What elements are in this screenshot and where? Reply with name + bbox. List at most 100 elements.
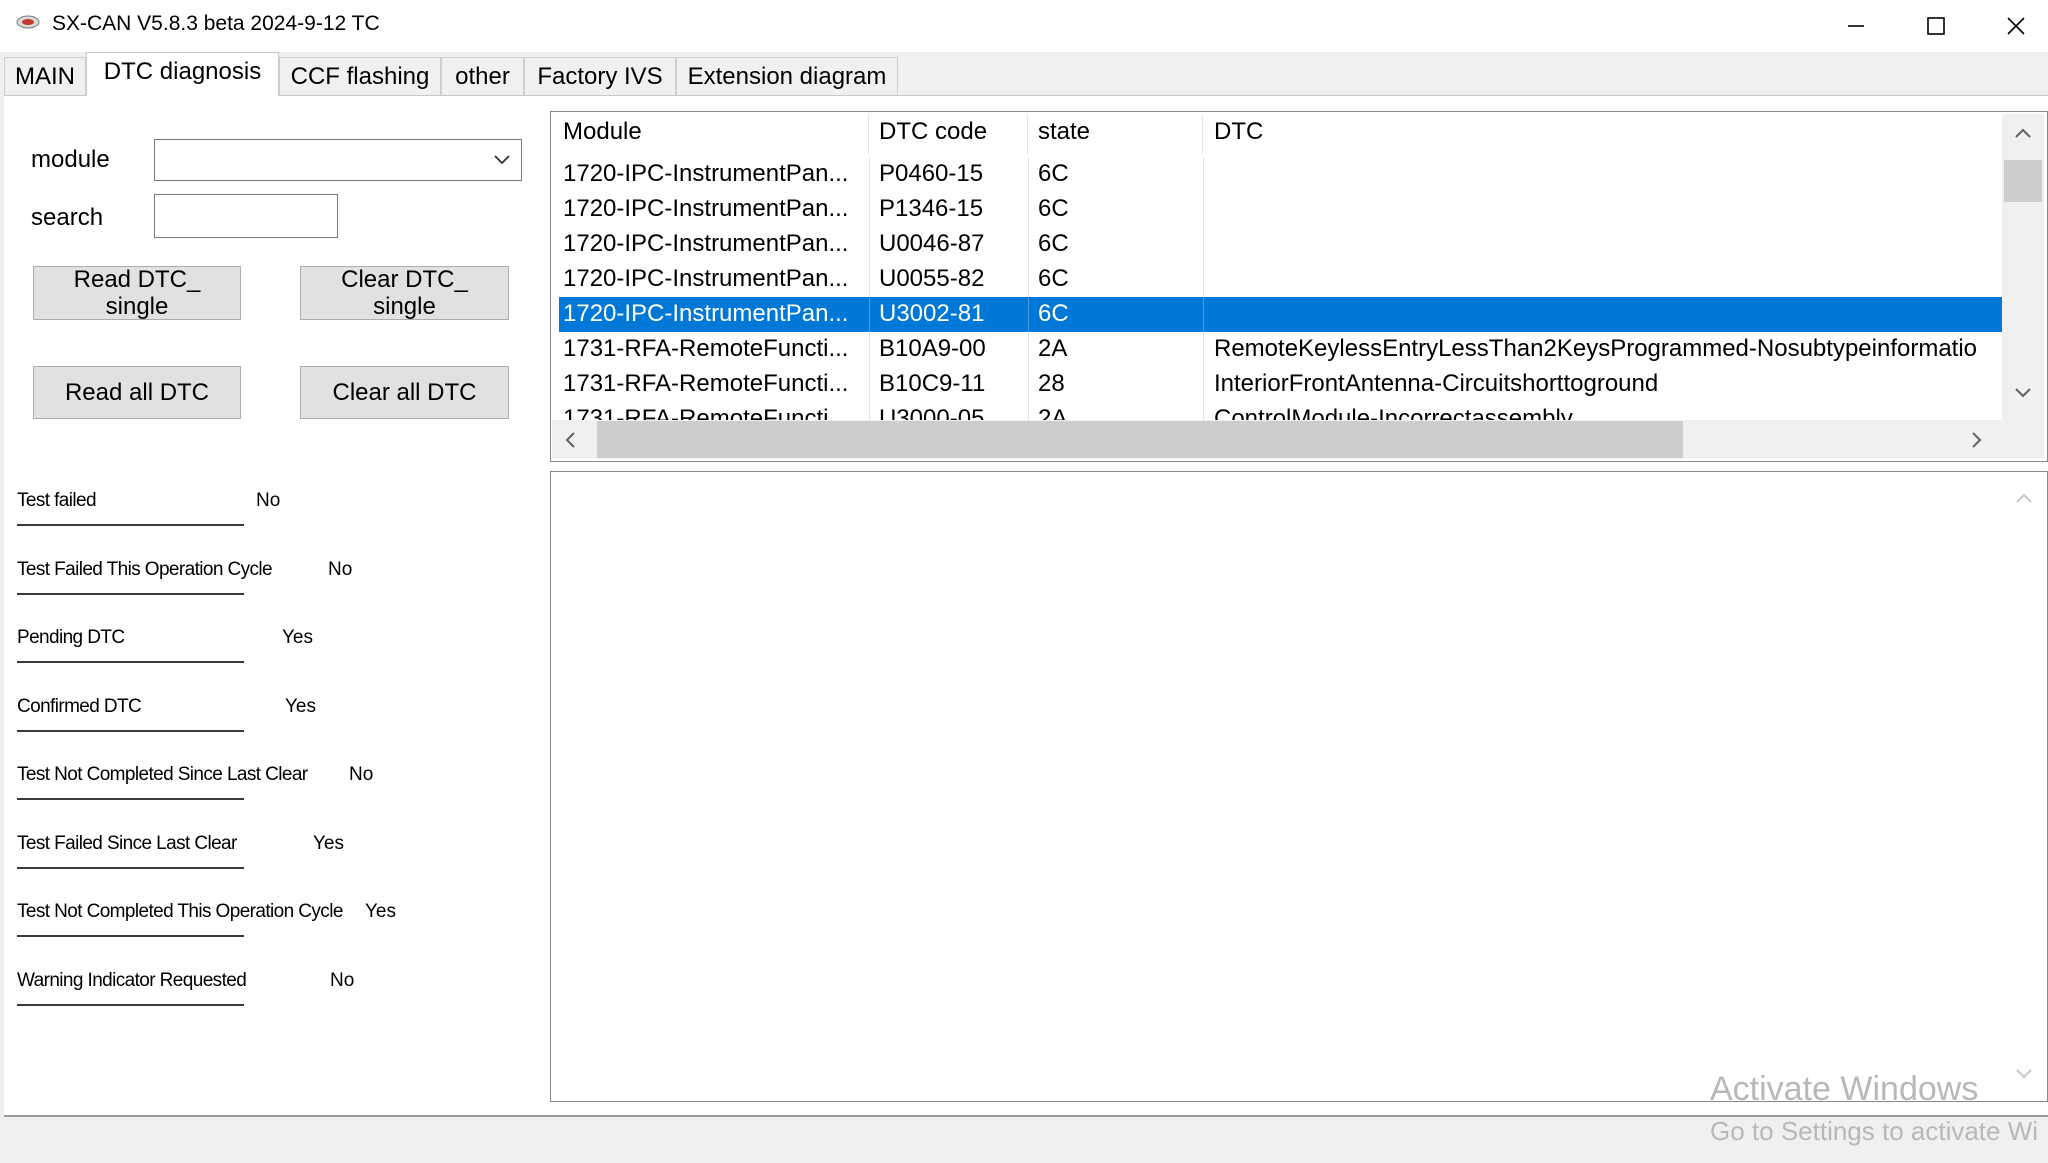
cell-state: 6C: [1038, 195, 1069, 222]
table-row[interactable]: 1731-RFA-RemoteFuncti... B10C9-11 28 Int…: [559, 367, 2002, 402]
cell-separator: [1028, 262, 1029, 297]
cell-module: 1720-IPC-InstrumentPan...: [563, 265, 849, 292]
cell-dtc-code: P0460-15: [879, 160, 984, 187]
read-all-dtc-button[interactable]: Read all DTC: [33, 366, 241, 419]
close-button[interactable]: [1976, 0, 2048, 52]
dtc-detail-textbox[interactable]: [550, 471, 2048, 1102]
module-label: module: [31, 146, 110, 173]
table-row[interactable]: 1731-RFA-RemoteFuncti... U3000-05 2A Con…: [559, 402, 2002, 420]
cell-separator: [1203, 192, 1204, 227]
scrollbar-corner: [2002, 420, 2044, 459]
table-row-selected[interactable]: 1720-IPC-InstrumentPan... U3002-81 6C: [559, 297, 2002, 332]
detail-vertical-scrollbar[interactable]: [2004, 473, 2044, 1100]
scroll-down-icon[interactable]: [2014, 386, 2032, 400]
table-row[interactable]: 1720-IPC-InstrumentPan... U0055-82 6C: [559, 262, 2002, 297]
cell-state: 28: [1038, 370, 1065, 397]
cell-separator: [1028, 367, 1029, 402]
module-dropdown[interactable]: [154, 139, 522, 181]
cell-module: 1720-IPC-InstrumentPan...: [563, 160, 849, 187]
column-separator[interactable]: [1027, 114, 1028, 154]
scroll-left-icon[interactable]: [563, 431, 577, 449]
cell-dtc: ControlModule-Incorrectassembly: [1214, 405, 1573, 420]
cell-state: 6C: [1038, 160, 1069, 187]
cell-dtc-code: B10C9-11: [879, 370, 986, 397]
status-value-test-not-completed-this-cycle: Yes: [365, 901, 396, 922]
status-label-pending-dtc: Pending DTC: [17, 627, 125, 648]
status-underline: [17, 1004, 244, 1006]
clear-dtc-single-button[interactable]: Clear DTC_ single: [300, 266, 509, 320]
table-row[interactable]: 1720-IPC-InstrumentPan... P0460-15 6C: [559, 157, 2002, 192]
cell-separator: [1203, 227, 1204, 262]
column-separator[interactable]: [1202, 114, 1203, 154]
cell-separator: [869, 192, 870, 227]
maximize-button[interactable]: [1896, 0, 1976, 52]
scroll-up-icon[interactable]: [2014, 126, 2032, 140]
cell-separator: [869, 157, 870, 192]
column-separator[interactable]: [868, 114, 869, 154]
cell-module: 1731-RFA-RemoteFuncti...: [563, 405, 849, 420]
cell-module: 1731-RFA-RemoteFuncti...: [563, 335, 849, 362]
status-label-test-not-completed-since-clear: Test Not Completed Since Last Clear: [17, 764, 308, 785]
activation-watermark-subtitle: Go to Settings to activate Wi: [1710, 1116, 2039, 1146]
status-value-test-not-completed-since-clear: No: [349, 764, 374, 785]
clear-all-dtc-button[interactable]: Clear all DTC: [300, 366, 509, 419]
cell-module: 1720-IPC-InstrumentPan...: [563, 195, 849, 222]
cell-separator: [869, 262, 870, 297]
search-input[interactable]: [154, 194, 338, 238]
cell-dtc-code: U3002-81: [879, 300, 985, 327]
tab-factory-ivs[interactable]: Factory IVS: [524, 57, 676, 95]
cell-dtc-code: U0055-82: [879, 265, 985, 292]
tab-other[interactable]: other: [441, 57, 524, 95]
activation-watermark-title: Activate Windows: [1710, 1070, 1979, 1108]
cell-dtc-code: P1346-15: [879, 195, 984, 222]
read-dtc-single-label-2: single: [105, 293, 169, 320]
table-row[interactable]: 1731-RFA-RemoteFuncti... B10A9-00 2A Rem…: [559, 332, 2002, 367]
cell-dtc: RemoteKeylessEntryLessThan2KeysProgramme…: [1214, 335, 1978, 362]
status-value-pending-dtc: Yes: [282, 627, 313, 648]
cell-state: 6C: [1038, 300, 1069, 327]
clear-dtc-single-label-1: Clear DTC_: [341, 266, 468, 293]
status-label-test-failed-since-clear: Test Failed Since Last Clear: [17, 833, 237, 854]
close-icon: [2007, 17, 2025, 35]
read-dtc-single-button[interactable]: Read DTC_ single: [33, 266, 241, 320]
cell-separator: [1203, 367, 1204, 402]
cell-separator: [1203, 157, 1204, 192]
scroll-down-icon[interactable]: [2015, 1067, 2033, 1081]
column-header-dtc-code[interactable]: DTC code: [879, 118, 987, 146]
table-row[interactable]: 1720-IPC-InstrumentPan... U0046-87 6C: [559, 227, 2002, 262]
cell-state: 2A: [1038, 405, 1068, 420]
scroll-up-icon[interactable]: [2015, 491, 2033, 505]
cell-module: 1720-IPC-InstrumentPan...: [563, 300, 849, 327]
table-row[interactable]: 1720-IPC-InstrumentPan... P1346-15 6C: [559, 192, 2002, 227]
list-horizontal-scrollbar[interactable]: [552, 420, 2002, 459]
status-value-test-failed-since-clear: Yes: [313, 833, 344, 854]
column-header-module[interactable]: Module: [563, 118, 642, 146]
scrollbar-thumb[interactable]: [597, 421, 1683, 458]
status-label-test-failed: Test failed: [17, 490, 97, 511]
minimize-button[interactable]: [1816, 0, 1896, 52]
list-vertical-scrollbar[interactable]: [2002, 114, 2044, 420]
tab-extension-diagram[interactable]: Extension diagram: [676, 57, 898, 95]
tab-dtc-diagnosis[interactable]: DTC diagnosis: [86, 52, 279, 96]
status-value-warning-indicator: No: [330, 970, 355, 991]
cell-separator: [869, 332, 870, 367]
scrollbar-thumb[interactable]: [2004, 160, 2042, 202]
cell-separator: [1028, 332, 1029, 367]
column-header-state[interactable]: state: [1038, 118, 1090, 146]
status-underline: [17, 661, 244, 663]
column-header-dtc[interactable]: DTC: [1214, 118, 1263, 146]
clear-dtc-single-label-2: single: [373, 293, 436, 320]
status-value-test-failed: No: [256, 490, 281, 511]
status-underline: [17, 524, 244, 526]
tab-ccf-flashing[interactable]: CCF flashing: [279, 57, 441, 95]
status-underline: [17, 593, 244, 595]
cell-separator: [1028, 227, 1029, 262]
cell-separator: [1203, 262, 1204, 297]
status-underline: [17, 798, 244, 800]
cell-separator: [1028, 192, 1029, 227]
status-label-test-failed-this-cycle: Test Failed This Operation Cycle: [17, 559, 273, 580]
scroll-right-icon[interactable]: [1970, 431, 1984, 449]
maximize-icon: [1927, 17, 1945, 35]
tab-main[interactable]: MAIN: [4, 57, 86, 95]
chevron-down-icon: [494, 155, 510, 165]
